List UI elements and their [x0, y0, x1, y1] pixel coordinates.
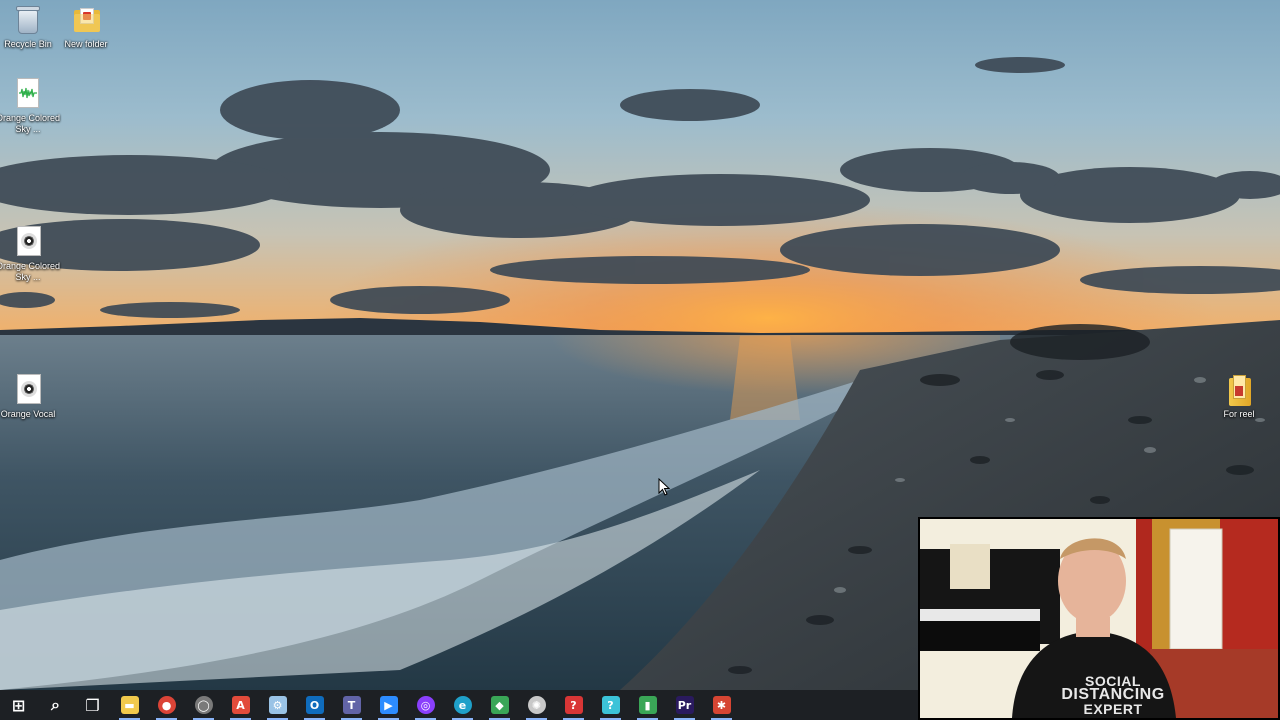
shirt-text: SOCIAL DISTANCING EXPERT	[1058, 674, 1168, 716]
recycle-bin-icon	[12, 4, 44, 36]
green-leaf-app-icon: ◆	[490, 696, 509, 714]
taskbar-app-red-figure[interactable]: ✱	[703, 690, 740, 720]
outlook-icon: O	[305, 696, 324, 714]
premiere-pro-icon: Pr	[675, 696, 694, 714]
taskbar-search-button[interactable]: ⌕	[37, 690, 74, 720]
desktop-icon-label: Orange Vocal	[0, 409, 56, 419]
audio-file-icon	[12, 226, 44, 258]
desktop-icon-new-folder[interactable]: New folder	[53, 4, 119, 50]
taskbar-outlook[interactable]: O	[296, 690, 333, 720]
mouse-cursor-icon	[658, 477, 671, 496]
desktop-icon-orange-colored-sky-audio[interactable]: Orange Colored Sky ...	[0, 226, 61, 283]
desktop-icon-label: For reel	[1223, 409, 1255, 419]
taskbar-app-cyan-chat[interactable]: ?	[592, 690, 629, 720]
taskbar-teams[interactable]: T	[333, 690, 370, 720]
shirt-line-2: DISTANCING	[1061, 686, 1165, 703]
ring-app-icon: ◯	[194, 696, 213, 714]
folder-icon	[70, 4, 102, 36]
taskbar: ⊞ ⌕ ❐ ▬ ● ◯ A ⚙ O T ▶ ◎ e ◆ ✺?? ▮ Pr ✱	[0, 690, 918, 720]
taskbar-task-view-button[interactable]: ❐	[74, 690, 111, 720]
level-meter-app-icon: ▮	[638, 696, 657, 714]
taskbar-app-aperture[interactable]: ✺	[518, 690, 555, 720]
taskbar-start-button[interactable]: ⊞	[0, 690, 37, 720]
taskbar-chrome[interactable]: ●	[148, 690, 185, 720]
search-icon: ⌕	[51, 695, 60, 714]
desktop-icon-label: Recycle Bin	[4, 39, 52, 49]
taskbar-app-meter[interactable]: ▮	[629, 690, 666, 720]
desktop-icon-orange-colored-sky-wav[interactable]: Orange Colored Sky ...	[0, 78, 61, 135]
taskbar-file-explorer[interactable]: ▬	[111, 690, 148, 720]
taskbar-zoom[interactable]: ▶	[370, 690, 407, 720]
taskbar-app-purple-ring[interactable]: ◎	[407, 690, 444, 720]
red-figure-app-icon: ✱	[712, 696, 731, 714]
windows-logo-icon: ⊞	[11, 695, 26, 715]
teams-icon: T	[342, 696, 361, 714]
taskbar-app-green-leaf[interactable]: ◆	[481, 690, 518, 720]
aperture-app-icon: ✺	[527, 696, 546, 714]
taskbar-app-a[interactable]: A	[222, 690, 259, 720]
red-chat-app-icon: ?	[564, 696, 583, 714]
desktop-icon-for-reel[interactable]: For reel	[1206, 374, 1272, 420]
desktop-icon-recycle-bin[interactable]: Recycle Bin	[0, 4, 61, 50]
zoom-icon: ▶	[379, 696, 398, 714]
folder-icon	[1223, 374, 1255, 406]
edge-icon: e	[453, 696, 472, 714]
desktop-icon-label: Orange Colored Sky ...	[0, 113, 61, 134]
letter-a-app-icon: A	[231, 696, 250, 714]
taskbar-steam[interactable]: ⚙	[259, 690, 296, 720]
cyan-chat-app-icon: ?	[601, 696, 620, 714]
chrome-icon: ●	[157, 696, 176, 714]
audio-file-icon	[12, 374, 44, 406]
shirt-line-3: EXPERT	[1083, 701, 1143, 717]
taskbar-edge[interactable]: e	[444, 690, 481, 720]
file-explorer-icon: ▬	[120, 696, 139, 714]
purple-ring-app-icon: ◎	[416, 696, 435, 714]
desktop-icon-label: Orange Colored Sky ...	[0, 261, 61, 282]
taskbar-premiere-pro[interactable]: Pr	[666, 690, 703, 720]
task-view-icon: ❐	[85, 695, 100, 715]
audio-waveform-file-icon	[12, 78, 44, 110]
taskbar-app-red-chat[interactable]: ?	[555, 690, 592, 720]
desktop-icon-orange-vocal[interactable]: Orange Vocal	[0, 374, 61, 420]
taskbar-app-circle[interactable]: ◯	[185, 690, 222, 720]
desktop-icon-label: New folder	[64, 39, 108, 49]
steam-icon: ⚙	[268, 696, 287, 714]
